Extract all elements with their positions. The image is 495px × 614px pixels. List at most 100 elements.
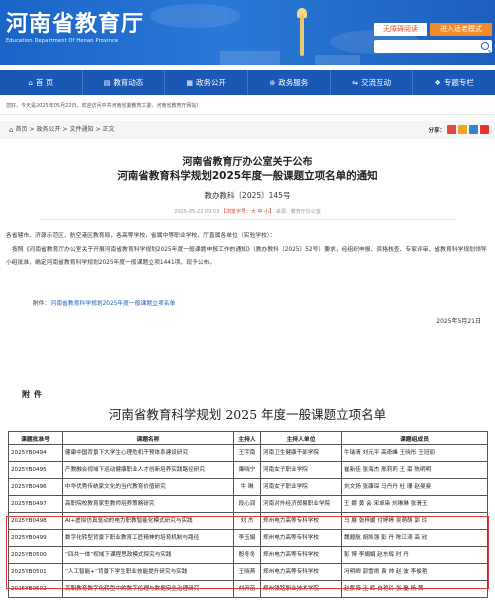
news-icon: ▤: [103, 78, 111, 87]
table-row: 2025YB0497 高职院校教育家型教师培养策略研究 段心润 河南对外经济贸易职业学…: [8, 495, 488, 513]
row-title: 产教融合视域下运动健康职业人才创新培养实践路径研究: [62, 461, 234, 479]
banner-cloud: [150, 4, 240, 28]
row-id: 2025YB0501: [8, 563, 63, 581]
row-id: 2025YB0496: [8, 478, 63, 496]
column-header: 主持人单位: [260, 431, 342, 445]
weibo-share-icon[interactable]: [447, 125, 456, 134]
column-header: 课题名称: [62, 431, 234, 445]
qzone-share-icon[interactable]: [458, 125, 467, 134]
table-row: 2025YB0498 AI+虚拟仿真驱动的电力职教智能化模式研究与实践刘 杰郑州电…: [8, 512, 488, 530]
article-meta: 2025-05-22 09:03 【浏览字号：大 中 小】 来源：教育厅办公室: [0, 208, 495, 215]
row-members: 彭 博 李娟娟 赵东辉 时 丹: [341, 546, 488, 564]
attachment-link[interactable]: 河南省教育科学规划2025年度一般课题立项名单: [50, 301, 175, 307]
row-host: 段心润: [233, 495, 261, 513]
document-title: 河南省教育科学规划 2025 年度一般课题立项名单: [108, 407, 387, 422]
row-id: 2025YB0499: [8, 529, 63, 547]
topic-icon: ❖: [434, 78, 441, 87]
home-icon: ⌂: [28, 78, 33, 87]
table-row: 2025YB0494 健康中国背景下大学生心理危机干预体系建设研究 王宇南 河南卫生健…: [8, 444, 488, 462]
row-unit: 河南对外经济贸易职业学院: [260, 495, 342, 513]
row-host: 王宇南: [233, 444, 261, 462]
table-header-row: 课题批准号 课题名称 主持人 主持人单位 课题组成员: [8, 431, 488, 445]
column-header: 主持人: [233, 431, 261, 445]
row-title: 中华优秀传统家文化的当代教育价值研究: [62, 478, 234, 496]
article-date: 2025年5月21日: [436, 318, 481, 325]
nav-item-label: 政务公开: [195, 78, 226, 87]
barrier-free-button[interactable]: 无障碍阅读: [374, 23, 427, 36]
table-row: 2025YB0501 “人工智能+”背景下学生职业技能提升研究与实践 王晓燕 郑州电力…: [8, 563, 488, 581]
row-members: 赵紫薇 王 辉 白艳玲 张 磊 杨 茜: [341, 580, 488, 598]
breadcrumb-separator: >: [29, 126, 35, 133]
nav-item-affairs[interactable]: ▦ 政务公开: [165, 70, 249, 95]
qq-share-icon[interactable]: [469, 125, 478, 134]
table-row: 2025YB0495 产教融合视域下运动健康职业人才创新培养实践路径研究 廉晓宁 河南…: [8, 461, 488, 479]
row-title: 数字化转型背景下职业教育工匠精神的培育机制与路径: [62, 529, 234, 547]
table-row: 2025YB0496 中华优秀传统家文化的当代教育价值研究牛 琳河南女子职业学院刘…: [8, 478, 488, 496]
row-title: “人工智能+”背景下学生职业技能提升研究与实践: [62, 563, 234, 581]
row-host: 刘 杰: [233, 512, 261, 530]
breadcrumb-notices[interactable]: 文件通知: [70, 121, 94, 139]
site-logo[interactable]: 河南省教育厅 Education Department Of Henan Pro…: [6, 12, 144, 44]
site-banner: 河南省教育厅 Education Department Of Henan Pro…: [0, 0, 495, 65]
row-members: 马 展 张梓媛 付婷婷 吴萌萌 郭 玲: [341, 512, 488, 530]
breadcrumb-home[interactable]: 首页: [15, 121, 27, 139]
nav-item-label: 交流互动: [360, 78, 391, 87]
divider: [40, 219, 455, 220]
attachment-label: 附件：: [33, 301, 51, 307]
row-id: 2025YB0498: [8, 512, 63, 530]
skyline: [220, 51, 280, 65]
logo-title: 河南省教育厅: [6, 11, 145, 37]
share-label: 分享：: [428, 127, 445, 134]
row-id: 2025YB0497: [8, 495, 63, 513]
nav-item-label: 教育动态: [113, 78, 144, 87]
logo-subtitle: Education Department Of Henan Province: [6, 38, 119, 44]
table-row: 2025YB0502 高职教育数字化转型中的数字伦理与数据安全治理研究 刘开苗 郑州铁…: [8, 580, 488, 598]
row-host: 刘开苗: [233, 580, 261, 598]
row-unit: 郑州电力高等专科学校: [260, 546, 342, 564]
row-unit: 郑州电力高等专科学校: [260, 529, 342, 547]
publish-date: 2025-05-22 09:03: [174, 209, 220, 215]
nav-item-service[interactable]: ⊛ 政务服务: [248, 70, 331, 95]
affairs-icon: ▦: [186, 78, 193, 87]
row-host: 牛 琳: [233, 478, 261, 496]
column-header: 课题批准号: [8, 431, 63, 445]
row-title: 高职教育数字化转型中的数字伦理与数据安全治理研究: [62, 580, 234, 598]
print-share-icon[interactable]: [480, 125, 489, 134]
breadcrumb-bar: ⌂ 首页 > 政务公开 > 文件通知 > 正文 分享：: [0, 121, 495, 139]
service-icon: ⊛: [269, 78, 276, 87]
divider: [0, 114, 495, 115]
search-icon[interactable]: [481, 42, 489, 50]
row-members: 冯明卿 郭雪闹 袁 帅 赵 波 李俊艳: [341, 563, 488, 581]
row-unit: 郑州电力高等专科学校: [260, 512, 342, 530]
nav-item-interact[interactable]: ⇋ 交流互动: [331, 70, 414, 95]
recipients-paragraph: 各省辖市、济源示范区、航空港区教育局，各高等学校，省属中等职业学校，厅直属各单位…: [6, 233, 276, 239]
breadcrumb-affairs[interactable]: 政务公开: [37, 121, 61, 139]
body-paragraph: 按照《河南省教育厅办公室关于开展河南省教育科学规划2025年度一般课题申报工作的…: [6, 247, 487, 266]
document-fujian-label: 附件: [22, 390, 46, 399]
row-host: 王晓燕: [233, 563, 261, 581]
nav-item-news[interactable]: ▤ 教育动态: [83, 70, 166, 95]
skyline: [315, 55, 360, 65]
breadcrumb-current: 正文: [102, 126, 115, 133]
column-header: 课题组成员: [341, 431, 488, 445]
search-input[interactable]: [374, 40, 492, 53]
row-members: 魏顺航 胡凯强 彭 丹 陈江涛 高 欣: [341, 529, 488, 547]
nav-item-home[interactable]: ⌂ 首 页: [0, 70, 83, 95]
row-unit: 河南女子职业学院: [260, 461, 342, 479]
row-title: “四共一体”视域下课程思政模式探究与实践: [62, 546, 234, 564]
nav-item-topic[interactable]: ❖ 专题专栏: [413, 70, 495, 95]
elderly-mode-button[interactable]: 进入适老模式: [430, 23, 492, 36]
row-host: 廉晓宁: [233, 461, 261, 479]
article-source: 来源：教育厅办公室: [275, 209, 321, 215]
article-title-line1: 河南省教育厅办公室关于公布: [182, 157, 313, 168]
row-host: 殷冬冬: [233, 546, 261, 564]
row-title: 健康中国背景下大学生心理危机干预体系建设研究: [62, 444, 234, 462]
font-size-switcher[interactable]: 【浏览字号：大 中 小】: [221, 209, 274, 215]
welcome-text: 您好，今天是2025年05月22日，欢迎访问中共河南省委教育工委、河南省教育厅网…: [6, 103, 202, 109]
row-id: 2025YB0495: [8, 461, 63, 479]
nav-item-label: 专题专栏: [443, 78, 474, 87]
row-unit: 郑州电力高等专科学校: [260, 563, 342, 581]
breadcrumb-separator: >: [62, 126, 68, 133]
row-members: 王 娜 黄 会 宋卓染 刘琳琳 张滑玉: [341, 495, 488, 513]
row-id: 2025YB0502: [8, 580, 63, 598]
